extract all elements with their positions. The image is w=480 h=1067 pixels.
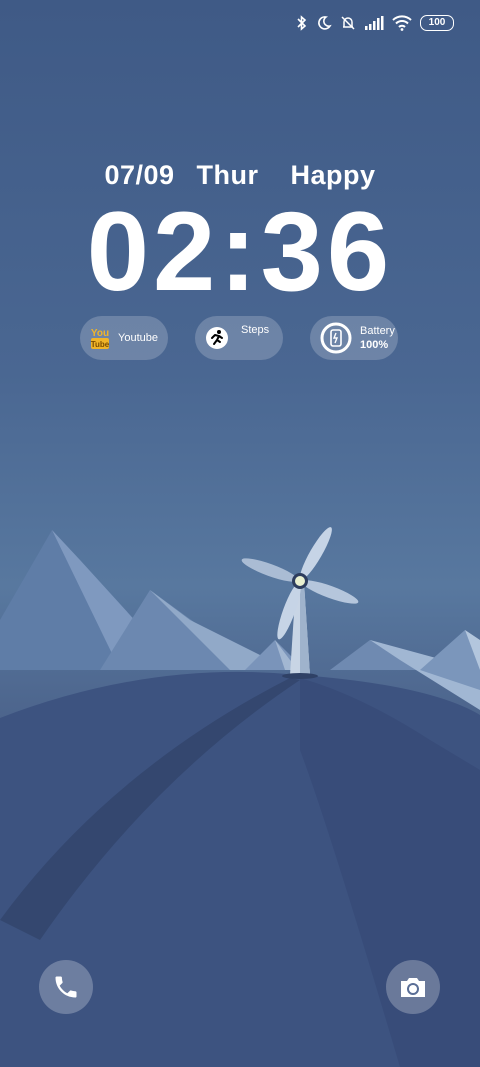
date-row: 07/09 Thur Happy [0,160,480,191]
youtube-widget-label: Youtube [118,332,158,344]
greeting-text: Happy [290,160,376,190]
weekday-text: Thur [196,160,259,190]
date-text: 07/09 [104,160,175,190]
running-person-icon [205,326,229,350]
steps-widget-label: Steps [241,324,270,336]
battery-phone-icon [320,322,352,354]
battery-widget-value: 100% [360,339,389,351]
camera-icon [398,974,428,1000]
phone-button[interactable] [39,960,93,1014]
svg-text:Tube: Tube [91,340,110,349]
youtube-icon: You Tube [90,326,110,350]
camera-button[interactable] [386,960,440,1014]
youtube-widget[interactable]: You Tube Youtube [80,316,168,360]
widget-row: You Tube Youtube Steps Battery 100% [80,316,400,360]
clock-time: 02:36 [86,189,394,314]
bluetooth-icon [296,15,308,31]
wifi-icon [392,15,412,31]
bell-off-icon [340,15,356,31]
battery-level: 100 [420,15,454,31]
signal-icon [364,16,384,30]
moon-icon [316,15,332,31]
status-bar: 100 [296,10,454,36]
phone-icon [52,973,80,1001]
steps-widget[interactable]: Steps [195,316,283,360]
battery-widget[interactable]: Battery 100% [310,316,398,360]
battery-widget-label: Battery [360,325,395,337]
svg-text:You: You [91,328,109,339]
